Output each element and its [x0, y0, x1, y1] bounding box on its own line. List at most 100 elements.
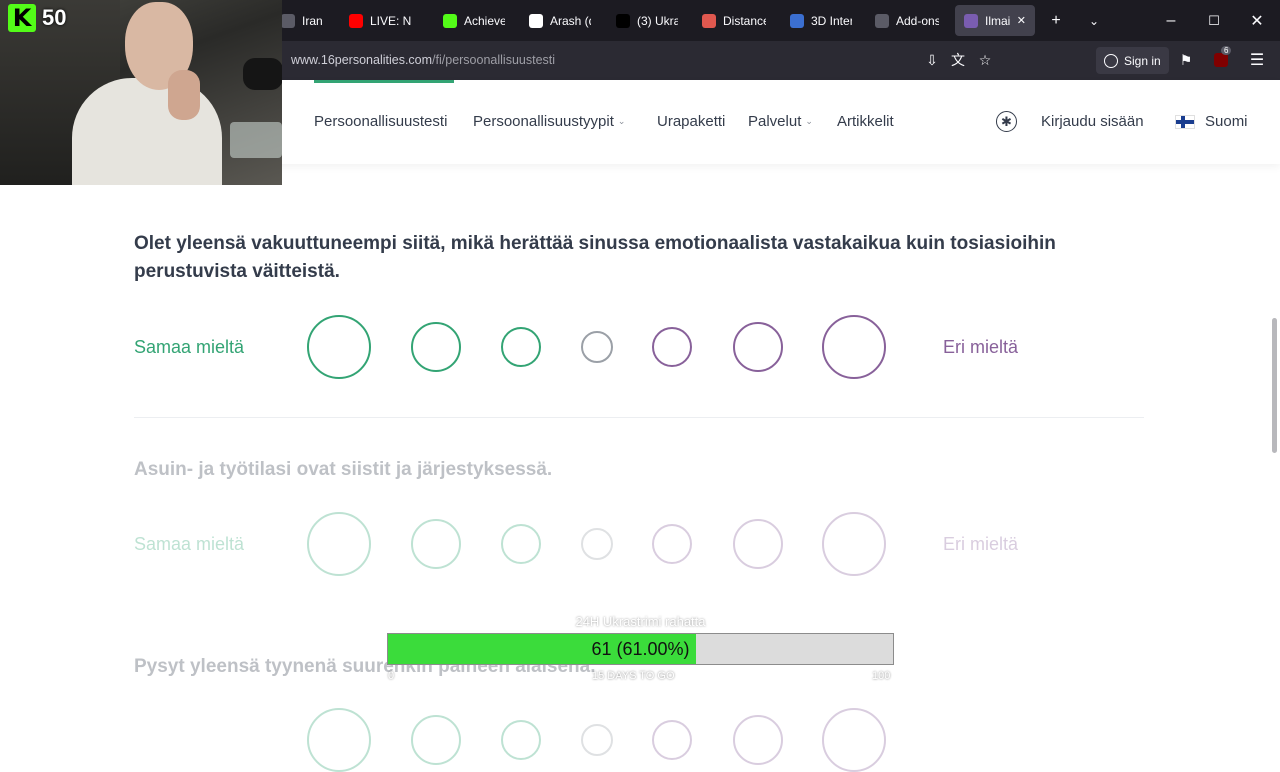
kick-icon: [443, 13, 457, 28]
distance-icon: [702, 13, 716, 28]
browser-tab[interactable]: Ilmain ✕: [955, 5, 1035, 36]
accessibility-icon: ✱: [996, 111, 1017, 132]
answer-slightly-agree-radio[interactable]: [501, 720, 541, 760]
close-tab-icon[interactable]: ✕: [1017, 14, 1026, 27]
answer-strongly-agree-radio[interactable]: [307, 708, 371, 772]
question-text: Olet yleensä vakuuttuneempi siitä, mikä …: [134, 233, 1056, 282]
browser-tab[interactable]: LIVE: N: [340, 5, 426, 36]
url-field[interactable]: www.16personalities.com/fi/persoonallisu…: [291, 53, 555, 67]
goal-title: 24H Ukrastrimi rahatta: [575, 614, 706, 629]
nav-services-label: Palvelut: [748, 113, 802, 130]
goal-progress-bar: 61 (61.00%): [387, 633, 894, 665]
browser-tab[interactable]: Arash (dr: [520, 5, 600, 36]
goal-days-left: 15 DAYS TO GO: [592, 670, 675, 682]
tab-title: Distance: [723, 13, 766, 28]
puzzle-icon: [875, 13, 889, 28]
nav-personality-types-label: Persoonallisuustyypit: [473, 113, 614, 130]
tab-title: Iran Guar: [302, 13, 323, 28]
url-path: /fi/persoonallisuustesti: [432, 53, 556, 67]
answer-slightly-disagree-radio[interactable]: [652, 327, 692, 367]
answer-slightly-agree-radio[interactable]: [501, 327, 541, 367]
bookmark-star-icon[interactable]: ☆: [975, 50, 995, 70]
answer-neutral-radio[interactable]: [581, 331, 613, 363]
finland-flag-icon: [1175, 114, 1195, 129]
accessibility-button[interactable]: ✱: [996, 111, 1017, 132]
question-divider: [134, 417, 1144, 418]
goal-progress-text: 61 (61.00%): [591, 638, 690, 659]
tab-title: Ilmain: [985, 13, 1010, 28]
answer-strongly-disagree-radio[interactable]: [822, 708, 886, 772]
answer-neutral-radio[interactable]: [581, 724, 613, 756]
goal-min: 0: [388, 670, 395, 682]
language-selector[interactable]: Suomi: [1175, 113, 1248, 130]
answer-slightly-disagree-radio[interactable]: [652, 524, 692, 564]
page-scrollbar[interactable]: [1272, 318, 1277, 453]
answer-agree-radio[interactable]: [411, 322, 461, 372]
nav-career-label: Urapaketti: [657, 113, 726, 130]
globe-icon: [790, 13, 804, 28]
close-window-button[interactable]: ✕: [1246, 10, 1268, 32]
x-icon: [616, 13, 630, 28]
answer-strongly-disagree-radio[interactable]: [822, 315, 886, 379]
viewer-counter: K 50: [8, 4, 66, 32]
answer-neutral-radio[interactable]: [581, 528, 613, 560]
answer-disagree-radio[interactable]: [733, 322, 783, 372]
viewer-count: 50: [42, 5, 67, 30]
login-label: Kirjaudu sisään: [1041, 113, 1144, 130]
tab-list-chevron-icon[interactable]: ⌄: [1083, 10, 1105, 32]
answer-disagree-radio[interactable]: [733, 519, 783, 569]
generic-tab-icon: [281, 13, 295, 28]
browser-tab[interactable]: (3) Ukrair: [607, 5, 687, 36]
tab-title: LIVE: N: [370, 13, 412, 28]
nav-articles-label: Artikkelit: [837, 113, 894, 130]
minimize-button[interactable]: –: [1160, 10, 1182, 32]
nav-articles[interactable]: Artikkelit: [837, 113, 894, 130]
sign-in-button[interactable]: Sign in: [1096, 47, 1169, 74]
tab-title: 3D Intera: [811, 13, 852, 28]
tab-title: (3) Ukrair: [637, 13, 678, 28]
ublock-icon[interactable]: 6: [1211, 46, 1232, 70]
agree-label: Samaa mieltä: [134, 534, 245, 554]
youtube-icon: [349, 13, 363, 28]
tab-title: Arash (dr: [550, 13, 591, 28]
account-icon: [1104, 53, 1118, 68]
question-text: Asuin- ja työtilasi ovat siistit ja järj…: [134, 459, 553, 480]
answer-strongly-disagree-radio[interactable]: [822, 512, 886, 576]
browser-tab[interactable]: Achievem: [434, 5, 514, 36]
url-host: www.16personalities.com: [291, 53, 433, 67]
nav-personality-test-label: Persoonallisuustesti: [314, 113, 448, 130]
download-page-icon[interactable]: ⇩: [922, 50, 942, 70]
nav-personality-test[interactable]: Persoonallisuustesti: [314, 113, 447, 130]
nav-personality-types[interactable]: Persoonallisuustyypit ⌄: [473, 113, 625, 130]
browser-tab[interactable]: Add-ons: [866, 5, 948, 36]
kick-logo-icon: K: [8, 4, 36, 32]
language-label: Suomi: [1205, 113, 1248, 130]
answer-slightly-disagree-radio[interactable]: [652, 720, 692, 760]
nav-services[interactable]: Palvelut ⌄: [748, 113, 813, 130]
extension-badge: 6: [1221, 46, 1232, 55]
maximize-button[interactable]: ☐: [1203, 10, 1225, 32]
disagree-label: Eri mieltä: [943, 337, 1019, 357]
answer-agree-radio[interactable]: [411, 715, 461, 765]
browser-tab[interactable]: Distance: [693, 5, 775, 36]
nav-active-indicator: [314, 80, 454, 83]
wikipedia-icon: [529, 13, 543, 28]
answer-slightly-agree-radio[interactable]: [501, 524, 541, 564]
chevron-down-icon: ⌄: [617, 116, 626, 126]
extensions-icon[interactable]: ⚑: [1176, 50, 1196, 70]
disagree-label: Eri mieltä: [943, 534, 1019, 554]
menu-hamburger-icon[interactable]: ☰: [1247, 50, 1267, 70]
tab-title: Achievem: [464, 13, 505, 28]
login-link[interactable]: Kirjaudu sisään: [1041, 113, 1144, 130]
new-tab-button[interactable]: +: [1045, 10, 1067, 32]
goal-max: 100: [872, 670, 891, 682]
answer-disagree-radio[interactable]: [733, 715, 783, 765]
browser-tab[interactable]: 3D Intera: [781, 5, 861, 36]
answer-strongly-agree-radio[interactable]: [307, 512, 371, 576]
answer-agree-radio[interactable]: [411, 519, 461, 569]
translate-icon[interactable]: 文: [948, 50, 968, 70]
answer-strongly-agree-radio[interactable]: [307, 315, 371, 379]
chevron-down-icon: ⌄: [805, 116, 813, 126]
tab-title: Add-ons: [896, 13, 939, 28]
nav-career[interactable]: Urapaketti: [657, 113, 725, 130]
